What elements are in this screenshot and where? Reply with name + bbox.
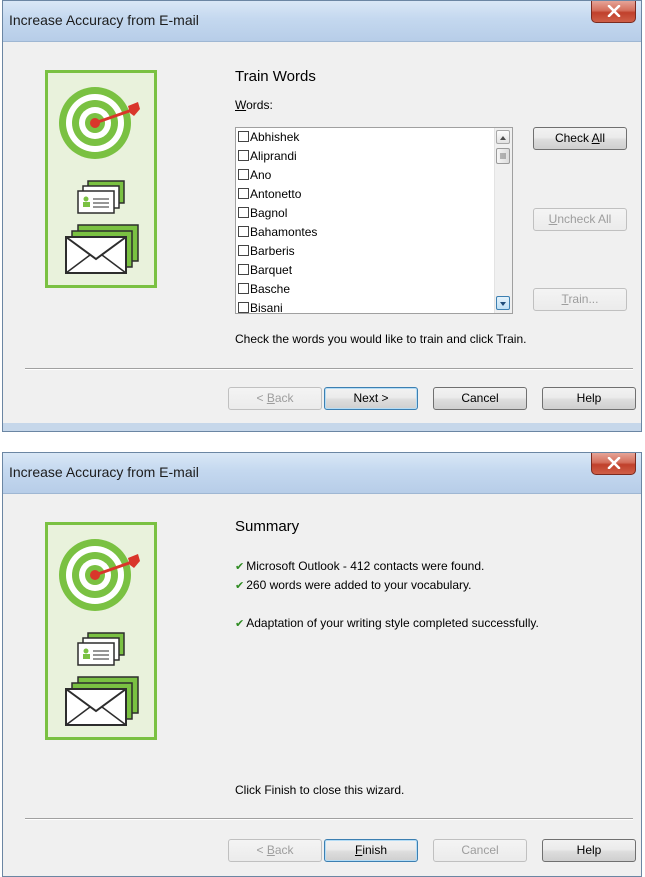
list-item[interactable]: Antonetto [236, 185, 512, 204]
checkmark-icon: ✔ [235, 561, 245, 573]
list-item[interactable]: Basche [236, 280, 512, 299]
finish-button[interactable]: Finish [324, 839, 418, 862]
checkbox[interactable] [238, 188, 249, 200]
checkbox[interactable] [238, 245, 249, 257]
scroll-up-button[interactable] [496, 130, 510, 144]
target-icon [59, 87, 140, 159]
back-button[interactable]: < Back [228, 839, 322, 862]
checkbox[interactable] [238, 150, 249, 162]
window-title: Increase Accuracy from E-mail [9, 12, 199, 28]
summary-item: ✔ Adaptation of your writing style comple… [235, 616, 539, 630]
wizard-illustration [45, 522, 157, 740]
vertical-scrollbar[interactable] [494, 128, 512, 313]
checkmark-icon: ✔ [235, 618, 245, 630]
arrow-down-icon [500, 302, 506, 306]
scrollbar-thumb[interactable] [496, 148, 510, 164]
checkbox[interactable] [238, 131, 249, 143]
contact-cards-icon [77, 180, 125, 214]
page-title: Summary [235, 518, 300, 535]
title-bar: Increase Accuracy from E-mail [3, 1, 641, 42]
window-title: Increase Accuracy from E-mail [9, 464, 199, 480]
list-item[interactable]: Bisani [236, 299, 512, 313]
wizard-content: Train Words Words: Abhishek Aliprandi An… [11, 42, 636, 423]
summary-item: ✔ Microsoft Outlook - 412 contacts were f… [235, 559, 485, 573]
page-title: Train Words [235, 68, 316, 85]
close-icon [607, 457, 621, 469]
wizard-window-summary: Increase Accuracy from E-mail Summary ✔ … [2, 452, 642, 877]
cancel-button[interactable]: Cancel [433, 387, 527, 410]
instruction-text: Click Finish to close this wizard. [235, 783, 405, 797]
list-item[interactable]: Bahamontes [236, 223, 512, 242]
wizard-window-train-words: Increase Accuracy from E-mail Train Word… [2, 0, 642, 432]
list-item[interactable]: Ano [236, 166, 512, 185]
separator [25, 818, 633, 820]
arrow-up-icon [500, 136, 506, 140]
help-button[interactable]: Help [542, 387, 636, 410]
window-frame-bottom [3, 423, 641, 431]
checkbox[interactable] [238, 207, 249, 219]
help-button[interactable]: Help [542, 839, 636, 862]
title-bar: Increase Accuracy from E-mail [3, 453, 641, 494]
uncheck-all-button[interactable]: Uncheck All [533, 208, 627, 231]
close-button[interactable] [591, 453, 636, 475]
words-label: Words: [235, 98, 273, 112]
checkbox[interactable] [238, 264, 249, 276]
train-button[interactable]: Train... [533, 288, 627, 311]
contact-cards-icon [77, 632, 125, 666]
close-icon [607, 5, 621, 17]
envelopes-icon [65, 224, 139, 274]
separator [25, 368, 633, 370]
checkbox[interactable] [238, 283, 249, 295]
check-all-button[interactable]: Check All [533, 127, 627, 150]
list-item[interactable]: Aliprandi [236, 147, 512, 166]
checkbox[interactable] [238, 169, 249, 181]
wizard-content: Summary ✔ Microsoft Outlook - 412 contact… [11, 494, 636, 868]
list-item[interactable]: Bagnol [236, 204, 512, 223]
target-icon [59, 539, 140, 611]
summary-item: ✔ 260 words were added to your vocabulary… [235, 578, 472, 592]
list-item[interactable]: Abhishek [236, 128, 512, 147]
scroll-down-button[interactable] [496, 296, 510, 310]
checkmark-icon: ✔ [235, 580, 245, 592]
checkbox[interactable] [238, 302, 249, 313]
instruction-text: Check the words you would like to train … [235, 332, 527, 346]
cancel-button[interactable]: Cancel [433, 839, 527, 862]
close-button[interactable] [591, 1, 636, 23]
envelopes-icon [65, 676, 139, 726]
checkbox[interactable] [238, 226, 249, 238]
list-item[interactable]: Barberis [236, 242, 512, 261]
words-listbox[interactable]: Abhishek Aliprandi Ano Antonetto Bagnol … [235, 127, 513, 314]
wizard-illustration [45, 70, 157, 288]
back-button[interactable]: < Back [228, 387, 322, 410]
next-button[interactable]: Next > [324, 387, 418, 410]
list-item[interactable]: Barquet [236, 261, 512, 280]
